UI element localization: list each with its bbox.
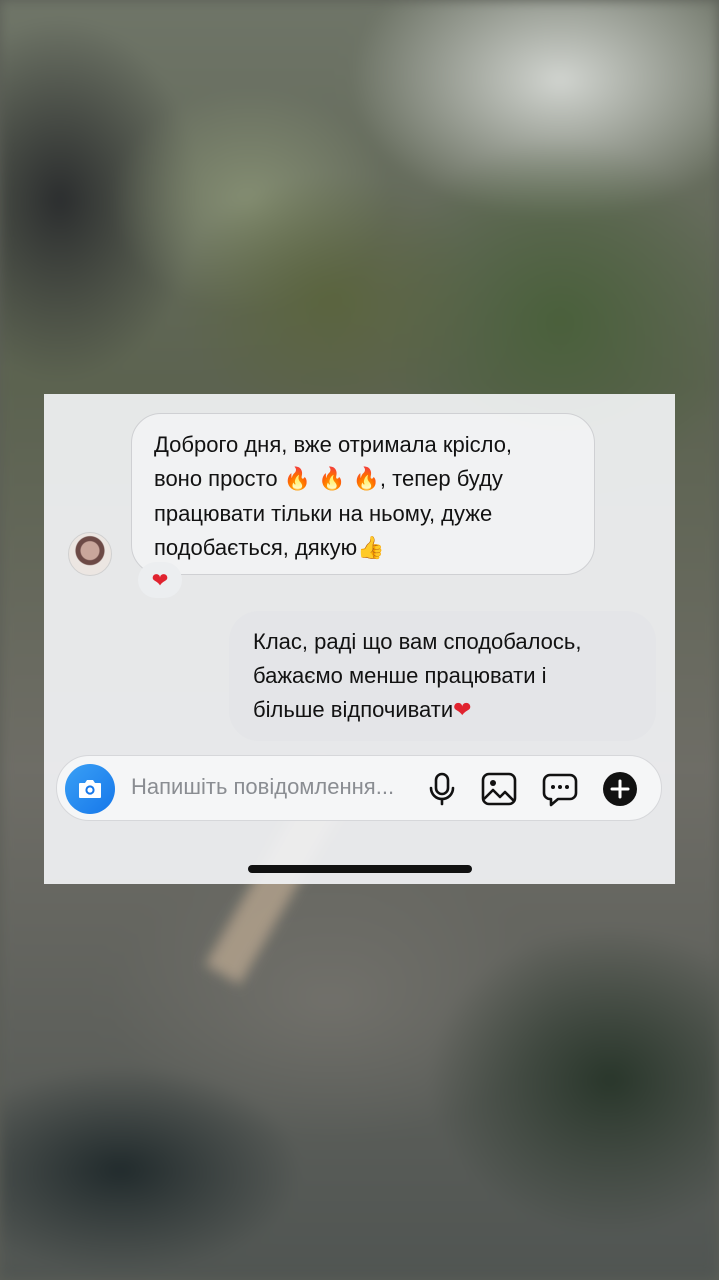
fire-emoji: 🔥 🔥 🔥 <box>283 467 380 492</box>
outgoing-message-line: Клас, раді що вам сподобалось, <box>253 629 582 654</box>
outgoing-message-bubble[interactable]: Клас, раді що вам сподобалось, бажаємо м… <box>229 611 656 741</box>
camera-icon <box>79 780 101 798</box>
incoming-message-line: воно просто 🔥 🔥 🔥, тепер буду <box>154 466 503 492</box>
camera-button[interactable] <box>65 764 115 814</box>
heart-emoji: ❤ <box>453 698 472 723</box>
incoming-message-bubble[interactable]: Доброго дня, вже отримала крісло, воно п… <box>131 413 595 575</box>
outgoing-message-line: бажаємо менше працювати і <box>253 663 547 688</box>
incoming-message-line: працювати тільки на ньому, дуже <box>154 501 493 526</box>
home-indicator[interactable] <box>248 865 472 873</box>
image-icon[interactable] <box>480 770 518 808</box>
thumbs-up-emoji: 👍 <box>357 536 385 561</box>
chat-bubble-icon[interactable] <box>541 770 579 808</box>
message-composer: Напишіть повідомлення... <box>56 755 662 821</box>
message-input[interactable]: Напишіть повідомлення... <box>131 774 394 800</box>
sender-avatar[interactable] <box>68 532 112 576</box>
outgoing-message-line: більше відпочивати❤ <box>253 697 472 723</box>
microphone-icon[interactable] <box>423 770 461 808</box>
incoming-message-line: Доброго дня, вже отримала крісло, <box>154 432 513 457</box>
incoming-message-line: подобається, дякую👍 <box>154 535 385 561</box>
plus-icon[interactable] <box>601 770 639 808</box>
heart-reaction[interactable]: ❤ <box>138 562 182 598</box>
